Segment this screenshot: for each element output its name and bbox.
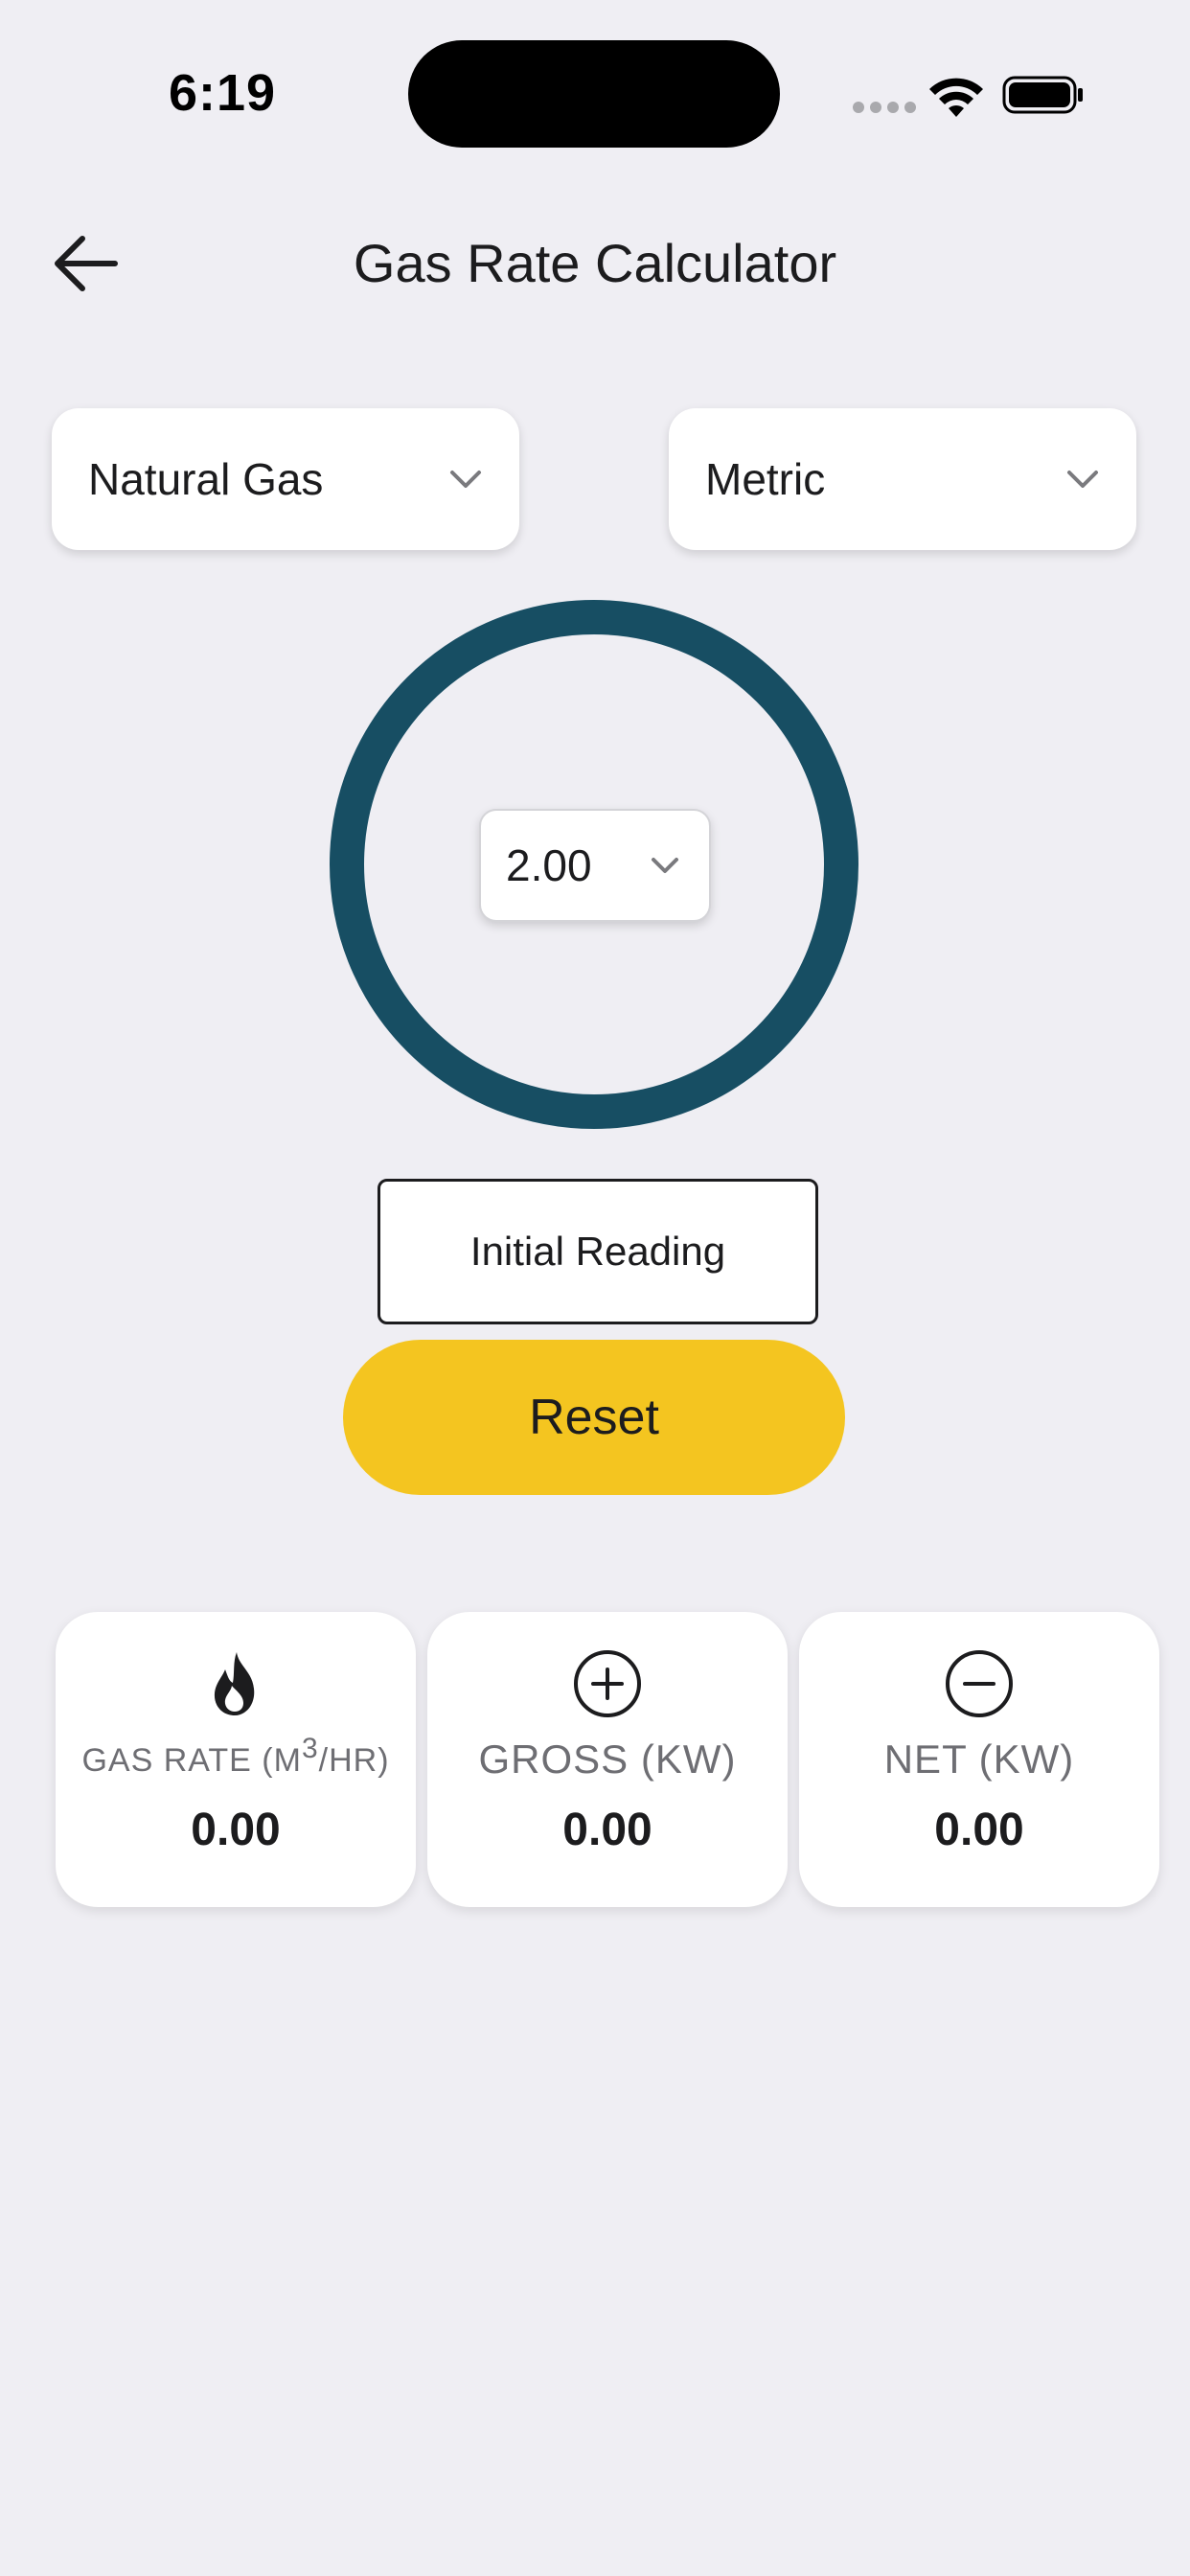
- unit-system-value: Metric: [705, 454, 826, 504]
- gas-rate-card: GAS RATE (M3/HR) 0.00: [56, 1612, 416, 1907]
- flame-icon: [214, 1652, 255, 1715]
- net-value: 0.00: [934, 1805, 1024, 1855]
- cellular-signal-icon: [853, 102, 916, 113]
- dynamic-island: [408, 40, 780, 148]
- gas-rate-label: GAS RATE (M3/HR): [81, 1733, 390, 1780]
- screen: 6:19 Gas Rate Calculator Natural Gas Met…: [0, 0, 1190, 2576]
- chevron-down-icon: [652, 858, 678, 873]
- plus-circle-icon: [574, 1650, 641, 1717]
- wifi-icon: [929, 78, 983, 117]
- chevron-down-icon: [450, 471, 481, 488]
- initial-reading-button[interactable]: Initial Reading: [378, 1179, 818, 1324]
- reset-button[interactable]: Reset: [343, 1340, 845, 1495]
- minus-circle-icon: [946, 1650, 1013, 1717]
- status-time: 6:19: [169, 64, 277, 122]
- dial-value-dropdown[interactable]: 2.00: [479, 809, 711, 922]
- gross-label: GROSS (KW): [478, 1736, 737, 1782]
- chevron-down-icon: [1067, 471, 1098, 488]
- gas-type-dropdown[interactable]: Natural Gas: [52, 408, 519, 550]
- unit-system-dropdown[interactable]: Metric: [669, 408, 1136, 550]
- gross-card: GROSS (KW) 0.00: [427, 1612, 788, 1907]
- battery-icon: [1002, 76, 1083, 114]
- net-label: NET (KW): [883, 1736, 1075, 1782]
- page-title: Gas Rate Calculator: [353, 233, 837, 293]
- net-card: NET (KW) 0.00: [799, 1612, 1159, 1907]
- dial-value: 2.00: [506, 840, 592, 890]
- gas-type-value: Natural Gas: [88, 454, 324, 504]
- gross-value: 0.00: [562, 1805, 652, 1855]
- gas-rate-value: 0.00: [191, 1805, 281, 1855]
